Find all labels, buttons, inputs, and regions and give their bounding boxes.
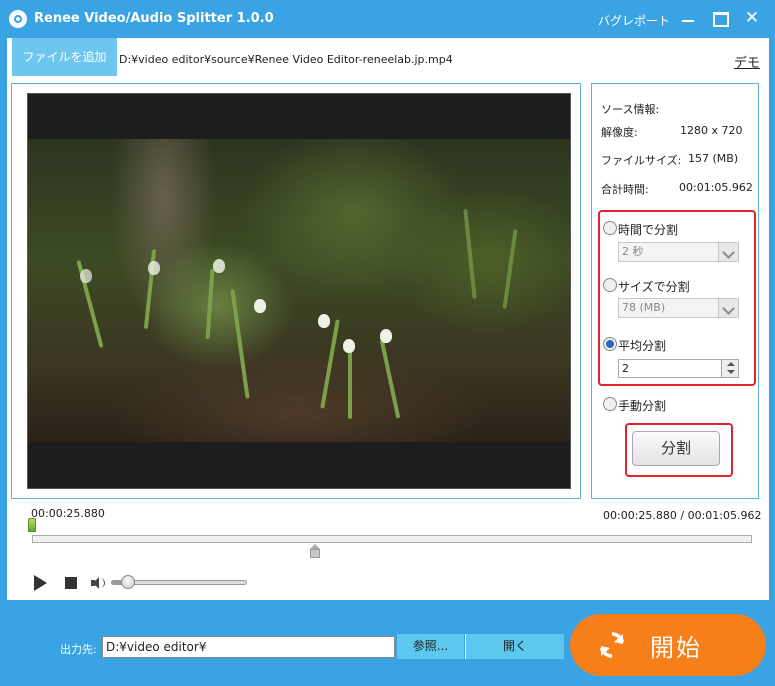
split-by-time-label: 時間で分割 <box>618 223 679 237</box>
split-evenly-label: 平均分割 <box>618 339 667 353</box>
source-info-header: ソース情報: <box>601 103 660 116</box>
current-time: 00:00:25.880 <box>31 507 105 520</box>
split-by-size-radio[interactable] <box>603 278 617 292</box>
segment-count-value: 2 <box>622 362 629 375</box>
resolution-label: 解像度: <box>601 126 638 139</box>
demo-link[interactable]: デモ <box>734 52 760 71</box>
start-button[interactable]: 開始 <box>570 614 766 676</box>
main-panel: ファイルを追加 D:¥video editor¥source¥Renee Vid… <box>7 38 769 600</box>
output-folder-label: 出力先: <box>60 643 97 656</box>
volume-knob[interactable] <box>120 575 135 589</box>
time-interval-value: 2 秒 <box>622 245 644 258</box>
split-by-size-label: サイズで分割 <box>618 280 690 294</box>
split-settings-panel: ソース情報: 解像度: 1280 x 720 ファイルサイズ: 157 (MB)… <box>591 83 759 499</box>
title-bar: Renee Video/Audio Splitter 1.0.0 バグレポート … <box>0 0 775 38</box>
minimize-icon[interactable] <box>678 8 698 28</box>
open-folder-button[interactable]: 開く <box>465 634 564 659</box>
timeline-track[interactable] <box>32 535 752 543</box>
window-title: Renee Video/Audio Splitter 1.0.0 <box>34 11 274 26</box>
split-by-time-radio[interactable] <box>603 221 617 235</box>
size-select[interactable]: 78 (MB) <box>618 298 739 318</box>
refresh-arrows-icon <box>599 632 625 658</box>
duration-value: 00:01:05.962 <box>679 181 753 194</box>
source-file-path: D:¥video editor¥source¥Renee Video Edito… <box>119 53 453 66</box>
segment-count-stepper[interactable]: 2 <box>618 359 739 378</box>
add-file-button[interactable]: ファイルを追加 <box>12 38 117 76</box>
start-label: 開始 <box>650 634 702 662</box>
filesize-label: ファイルサイズ: <box>601 154 682 167</box>
duration-label: 合計時間: <box>601 183 649 196</box>
output-folder-input[interactable]: D:¥video editor¥ <box>102 636 395 658</box>
stop-icon[interactable] <box>65 577 77 589</box>
video-frame <box>28 139 570 442</box>
video-preview-panel <box>11 83 581 499</box>
split-options-group: 時間で分割 2 秒 サイズで分割 78 (MB) 平均分割 2 <box>598 210 756 386</box>
start-marker-handle[interactable] <box>28 518 36 532</box>
split-evenly-radio[interactable] <box>603 337 617 351</box>
play-icon[interactable] <box>34 575 47 591</box>
film-reel-icon <box>9 10 27 28</box>
size-value: 78 (MB) <box>622 301 666 314</box>
chevron-down-icon[interactable] <box>718 299 738 317</box>
resolution-value: 1280 x 720 <box>680 124 743 137</box>
manual-split-radio[interactable] <box>603 397 617 411</box>
chevron-down-icon[interactable] <box>718 243 738 261</box>
maximize-icon[interactable] <box>710 8 730 28</box>
browse-button[interactable]: 参照... <box>397 634 464 659</box>
manual-split-label: 手動分割 <box>618 399 667 413</box>
playhead-handle[interactable] <box>309 544 320 558</box>
video-player[interactable] <box>27 93 571 489</box>
split-button[interactable]: 分割 <box>632 431 720 466</box>
bug-report-link[interactable]: バグレポート <box>598 12 670 29</box>
time-position-display: 00:00:25.880 / 00:01:05.962 <box>603 509 762 522</box>
split-button-highlight: 分割 <box>625 423 733 477</box>
filesize-value: 157 (MB) <box>688 152 739 165</box>
time-interval-select[interactable]: 2 秒 <box>618 242 739 262</box>
close-icon[interactable]: ✕ <box>742 8 762 28</box>
stepper-down-icon[interactable] <box>721 368 738 377</box>
